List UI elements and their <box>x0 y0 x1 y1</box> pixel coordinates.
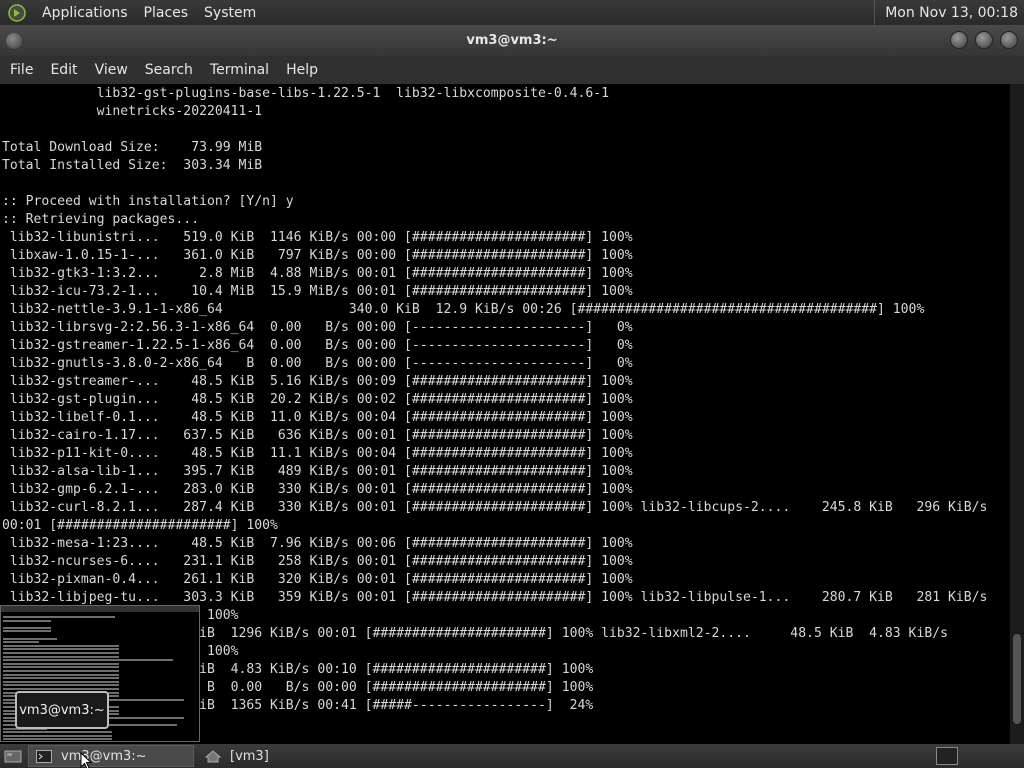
preview-line <box>3 659 173 662</box>
taskbar-item-terminal[interactable]: vm3@vm3:~ <box>28 745 194 767</box>
preview-line <box>3 738 112 741</box>
terminal-scrollbar[interactable] <box>1010 84 1024 744</box>
terminal-line: 00:01 [######################] 100% <box>2 518 278 533</box>
terminal-line: lib32-mesa-1:23.... 48.5 KiB 7.96 KiB/s … <box>2 536 633 551</box>
menu-terminal[interactable]: Terminal <box>202 62 277 78</box>
preview-line <box>3 677 119 680</box>
preview-line <box>3 644 119 647</box>
preview-line <box>3 630 51 633</box>
preview-line <box>3 616 115 618</box>
preview-line <box>3 684 119 687</box>
taskbar-tooltip: vm3@vm3:~ <box>15 691 109 729</box>
terminal-line: lib32-librsvg-2:2.56.3-1-x86_64 0.00 B/s… <box>2 320 633 335</box>
maximize-button[interactable] <box>975 31 993 49</box>
preview-line <box>3 673 119 676</box>
window-menu-button[interactable] <box>6 33 22 49</box>
terminal-line: lib32-gstreamer-... 48.5 KiB 5.16 KiB/s … <box>2 374 633 389</box>
terminal-icon <box>35 749 53 763</box>
scrollbar-thumb[interactable] <box>1013 634 1021 724</box>
terminal-line: lib32-libunistri... 519.0 KiB 1146 KiB/s… <box>2 230 633 245</box>
terminal-line: lib32-gstreamer-1.22.5-1-x86_64 0.00 B/s… <box>2 338 633 353</box>
preview-line <box>3 619 51 622</box>
minimize-button[interactable] <box>950 31 968 49</box>
terminal-line: lib32-cairo-1.17... 637.5 KiB 636 KiB/s … <box>2 428 633 443</box>
terminal-line: lib32-curl-8.2.1... 287.4 KiB 330 KiB/s … <box>2 500 988 515</box>
terminal-line: lib32-gmp-6.2.1-... 283.0 KiB 330 KiB/s … <box>2 482 633 497</box>
menu-edit[interactable]: Edit <box>42 62 85 78</box>
terminal-menubar: File Edit View Search Terminal Help <box>0 56 1024 84</box>
preview-line <box>3 648 119 651</box>
preview-line <box>3 652 119 654</box>
tray-terminal-icon[interactable] <box>936 747 958 765</box>
taskbar-item-vm3[interactable]: [vm3] <box>198 745 358 767</box>
preview-line <box>3 670 119 672</box>
applications-menu[interactable]: Applications <box>34 5 136 21</box>
taskbar-item-label: vm3@vm3:~ <box>61 748 147 764</box>
preview-line <box>3 641 40 644</box>
distro-logo-icon[interactable] <box>6 2 28 24</box>
show-desktop-icon[interactable] <box>2 747 24 765</box>
terminal-line: lib32-p11-kit-0.... 48.5 KiB 11.1 KiB/s … <box>2 446 633 461</box>
preview-line <box>3 662 119 665</box>
preview-line <box>3 688 119 690</box>
terminal-line: lib32-gst-plugins-base-libs-1.22.5-1 lib… <box>2 86 609 101</box>
window-title: vm3@vm3:~ <box>466 33 558 48</box>
menu-search[interactable]: Search <box>137 62 201 78</box>
taskbar-item-label: [vm3] <box>230 748 269 764</box>
preview-line <box>3 655 119 658</box>
terminal-line: :: Retrieving packages... <box>2 212 200 227</box>
terminal-line: winetricks-20220411-1 <box>2 104 263 119</box>
preview-line <box>3 734 112 737</box>
home-folder-icon <box>204 749 222 763</box>
preview-line <box>3 731 112 734</box>
terminal-line: lib32-pixman-0.4... 261.1 KiB 320 KiB/s … <box>2 572 633 587</box>
terminal-line: Total Download Size: 73.99 MiB <box>2 140 263 155</box>
terminal-line: lib32-nettle-3.9.1-1-x86_64 340.0 KiB 12… <box>2 302 925 317</box>
clock[interactable]: Mon Nov 13, 00:18 <box>874 0 1024 25</box>
places-menu[interactable]: Places <box>136 5 197 21</box>
terminal-line: libxaw-1.0.15-1-... 361.0 KiB 797 KiB/s … <box>2 248 633 263</box>
system-menu[interactable]: System <box>196 5 264 21</box>
terminal-line: Total Installed Size: 303.34 MiB <box>2 158 263 173</box>
window-titlebar[interactable]: vm3@vm3:~ <box>0 25 1024 56</box>
preview-line <box>3 666 119 669</box>
terminal-line: lib32-alsa-lib-1... 395.7 KiB 489 KiB/s … <box>2 464 633 479</box>
bottom-panel: vm3@vm3:~ [vm3] <box>0 744 1024 768</box>
preview-menubar <box>1 606 199 612</box>
close-button[interactable] <box>1000 31 1018 49</box>
terminal-line: :: Proceed with installation? [Y/n] y <box>2 194 294 209</box>
menu-view[interactable]: View <box>87 62 136 78</box>
terminal-line: lib32-gtk3-1:3.2... 2.8 MiB 4.88 MiB/s 0… <box>2 266 633 281</box>
terminal-line: lib32-gst-plugin... 48.5 KiB 20.2 KiB/s … <box>2 392 633 407</box>
terminal-line: lib32-ncurses-6.... 231.1 KiB 258 KiB/s … <box>2 554 633 569</box>
terminal-line: lib32-gnutls-3.8.0-2-x86_64 B 0.00 B/s 0… <box>2 356 633 371</box>
menu-help[interactable]: Help <box>278 62 326 78</box>
terminal-line: lib32-libelf-0.1... 48.5 KiB 11.0 KiB/s … <box>2 410 633 425</box>
top-panel: Applications Places System Mon Nov 13, 0… <box>0 0 1024 25</box>
preview-line <box>3 637 57 640</box>
terminal-line: lib32-icu-73.2-1... 10.4 MiB 15.9 MiB/s … <box>2 284 633 299</box>
preview-line <box>3 626 51 629</box>
mouse-cursor-icon <box>80 752 92 768</box>
menu-file[interactable]: File <box>2 62 41 78</box>
preview-line <box>3 680 119 683</box>
